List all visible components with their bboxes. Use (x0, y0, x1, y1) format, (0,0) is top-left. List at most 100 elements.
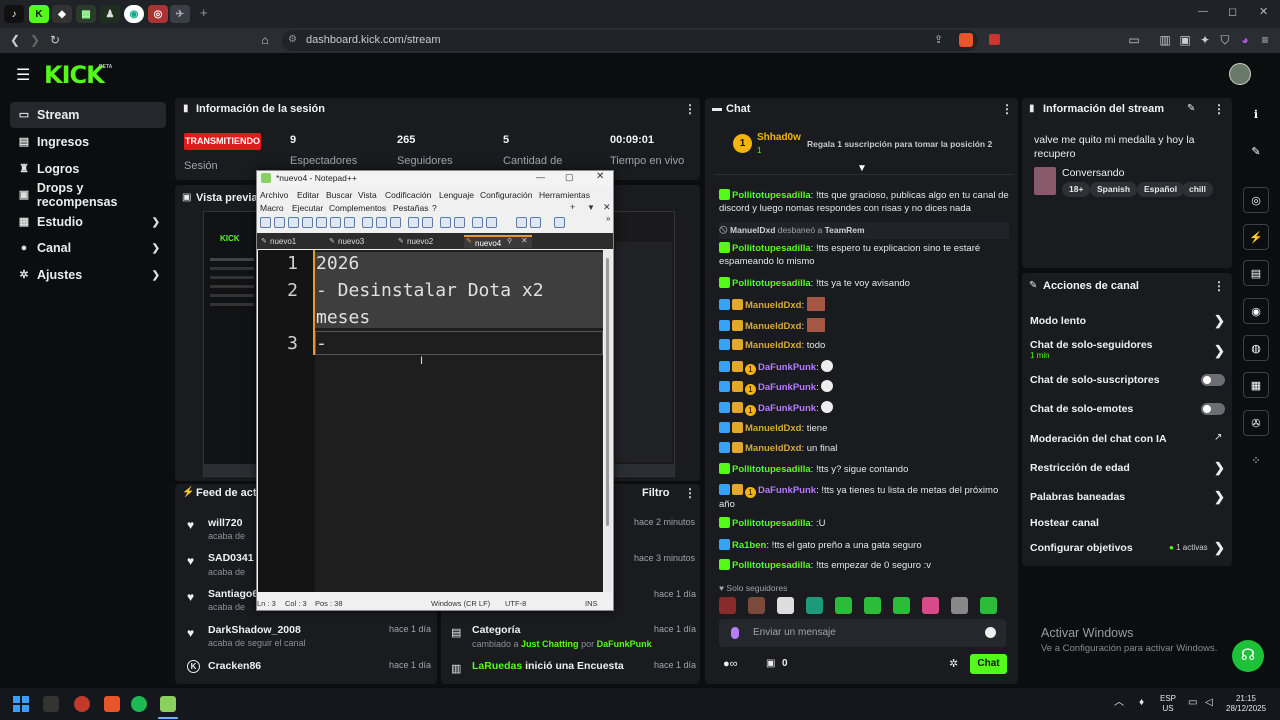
notepadpp-taskbar-icon[interactable] (160, 696, 176, 712)
npp-menu-configuracion[interactable]: Configuración (480, 190, 532, 200)
subscriber-badge-icon[interactable]: 1 (745, 487, 756, 498)
chat-username[interactable]: Pollitotupesadilla (732, 243, 811, 254)
category-game[interactable]: Just Chatting (521, 639, 579, 649)
chat-input[interactable]: Enviar un mensaje (719, 619, 1006, 647)
mic-icon[interactable] (731, 627, 739, 639)
chat-username[interactable]: Ra1ben (732, 540, 766, 551)
stream-category[interactable]: Conversando (1062, 167, 1124, 179)
feed-user[interactable]: Cracken86 (208, 660, 261, 672)
vip-badge-icon[interactable] (732, 320, 743, 331)
chevron-right-icon[interactable]: ❯ (1214, 540, 1225, 556)
maximize-icon[interactable]: ◻ (1228, 5, 1237, 18)
moderator-badge-icon[interactable] (719, 402, 730, 413)
sync-icon[interactable] (516, 217, 527, 228)
external-link-icon[interactable]: ↗ (1214, 432, 1222, 443)
npp-menu-herramientas[interactable]: Herramientas (539, 190, 590, 200)
og-badge-icon[interactable] (719, 517, 730, 528)
moderator-badge-icon[interactable] (719, 361, 730, 372)
gift-prompt[interactable]: Regala 1 suscripción para tomar la posic… (807, 139, 992, 149)
info-rail-icon[interactable]: ℹ (1243, 101, 1269, 127)
npp-close-icon[interactable]: ✕ (596, 171, 604, 182)
wallet-icon[interactable]: ▣ (1178, 33, 1192, 47)
npp-menu-editar[interactable]: Editar (297, 190, 319, 200)
tag[interactable]: chill (1182, 182, 1214, 197)
subscriber-badge-icon[interactable]: 1 (745, 405, 756, 416)
pin-icon[interactable]: ⚲ (507, 237, 512, 245)
forward-icon[interactable]: ❯ (28, 33, 42, 47)
close-all-icon[interactable] (330, 217, 341, 228)
replace-icon[interactable] (454, 217, 465, 228)
new-tab-button[interactable]: + (200, 5, 208, 20)
status-encoding[interactable]: UTF-8 (505, 599, 526, 608)
copy-icon[interactable] (376, 217, 387, 228)
action-host-channel[interactable]: Hostear canal (1030, 517, 1099, 529)
action-emotes-only[interactable]: Chat de solo-emotes (1030, 403, 1133, 415)
broadcast-rail-icon[interactable]: ◍ (1243, 335, 1269, 361)
vip-badge-icon[interactable] (732, 484, 743, 495)
chat-username[interactable]: Pollitotupesadilla (732, 278, 811, 289)
status-eol[interactable]: Windows (CR LF) (431, 599, 490, 608)
tray-mic-icon[interactable]: ♦ (1139, 698, 1144, 708)
chat-username[interactable]: ManueldDxd (745, 321, 801, 332)
reader-icon[interactable]: ▭ (1127, 33, 1141, 47)
redo-icon[interactable] (422, 217, 433, 228)
bookmark-icon[interactable]: ⌂ (258, 33, 272, 47)
skull-emote-icon[interactable] (821, 401, 834, 413)
chat-target[interactable]: TeamRem (825, 225, 865, 235)
vip-badge-icon[interactable] (732, 361, 743, 372)
moderator-badge-icon[interactable] (719, 381, 730, 392)
feed-user[interactable]: DarkShadow_2008 (208, 624, 301, 636)
help-chat-icon[interactable]: ☊ (1232, 640, 1264, 672)
volume-icon[interactable]: ◁ (1205, 698, 1213, 708)
moderator-badge-icon[interactable] (719, 442, 730, 453)
moderator-badge-icon[interactable] (719, 299, 730, 310)
zoom-out-icon[interactable] (486, 217, 497, 228)
action-subscribers-only[interactable]: Chat de solo-suscriptores (1030, 374, 1160, 386)
chat-username[interactable]: DaFunkPunk (758, 362, 816, 373)
emote-shortcut[interactable] (951, 597, 968, 614)
feed-user[interactable]: Santiago6 (208, 588, 258, 600)
emote-shortcut[interactable] (980, 597, 997, 614)
tab-icon-7[interactable]: ◎ (148, 5, 168, 23)
extension-icon[interactable]: ◕ (1238, 33, 1252, 47)
og-badge-icon[interactable] (719, 277, 730, 288)
sidebar-item-canal[interactable]: ● Canal ❯ (10, 235, 166, 261)
chat-rail-icon[interactable]: ◉ (1243, 298, 1269, 324)
emote-shortcut[interactable] (777, 597, 794, 614)
moderator-badge-icon[interactable] (719, 484, 730, 495)
npp-menu-lenguaje[interactable]: Lenguaje (439, 190, 474, 200)
emotes-only-toggle[interactable] (1201, 403, 1225, 415)
npp-menu-codificacion[interactable]: Codificación (385, 190, 431, 200)
chat-username[interactable]: DaFunkPunk (758, 403, 816, 414)
active-tab[interactable]: ✈ (170, 5, 190, 23)
chevron-right-icon[interactable]: ❯ (1214, 313, 1225, 329)
npp-close-doc-icon[interactable]: ✕ (603, 202, 611, 213)
emote-shortcut[interactable] (835, 597, 852, 614)
app-icon[interactable] (43, 696, 59, 712)
avatar[interactable] (1229, 63, 1251, 85)
npp-dropdown-icon[interactable]: ▼ (587, 203, 595, 212)
sidebar-toggle-icon[interactable]: ▥ (1158, 33, 1172, 47)
vip-badge-icon[interactable] (732, 381, 743, 392)
brave-shield-icon[interactable] (959, 33, 973, 47)
share-icon[interactable]: ⇪ (934, 33, 943, 46)
tag[interactable]: Spanish (1090, 182, 1138, 197)
gift-icon[interactable]: ▣ (766, 658, 775, 669)
tab-icon-5[interactable]: ♟ (100, 5, 120, 23)
npp-scroll-thumb[interactable] (606, 258, 609, 526)
category-by[interactable]: DaFunkPunk (597, 639, 652, 649)
edit-rail-icon[interactable]: ✎ (1243, 138, 1269, 164)
emote-image[interactable] (806, 318, 825, 332)
wrench-rail-icon[interactable]: ✇ (1243, 410, 1269, 436)
kebab-icon[interactable]: ⋮ (1213, 102, 1225, 116)
sidebar-item-drops[interactable]: ▣ Drops y recompensas (10, 181, 166, 209)
kick-tab-icon[interactable]: K (29, 5, 49, 23)
document-rail-icon[interactable]: ▤ (1243, 260, 1269, 286)
vip-badge-icon[interactable] (732, 299, 743, 310)
top-gifter-name[interactable]: Shhad0w (757, 132, 801, 143)
sidebar-item-ajustes[interactable]: ✲ Ajustes ❯ (10, 262, 166, 288)
action-banned-words[interactable]: Palabras baneadas (1030, 491, 1125, 503)
vip-badge-icon[interactable] (732, 339, 743, 350)
chat-username[interactable]: ManueldDxd (745, 423, 801, 434)
npp-menu-pestanas[interactable]: Pestañas (393, 203, 428, 213)
